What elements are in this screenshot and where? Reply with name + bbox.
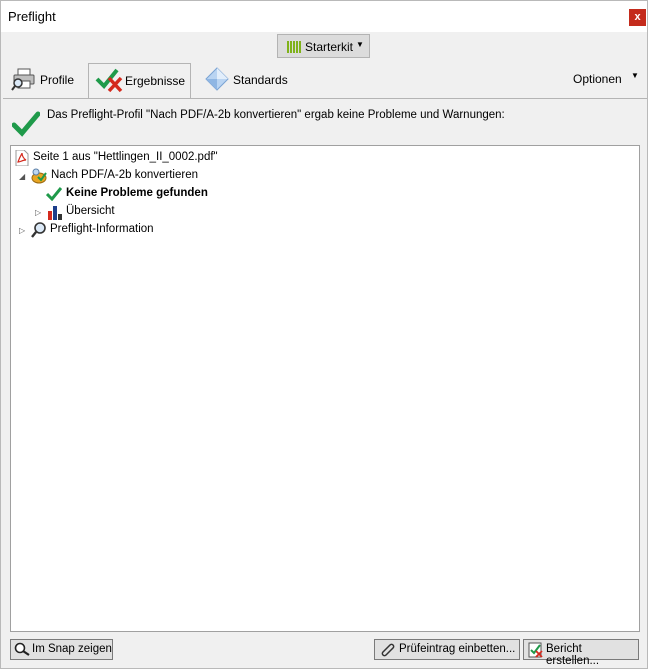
check-cross-icon xyxy=(95,68,123,93)
library-dropdown[interactable]: Starterkit ▼ xyxy=(277,34,370,58)
checkmark-icon xyxy=(12,111,40,137)
tab-profile-label: Profile xyxy=(40,73,75,87)
tree-root-label: Seite 1 aus "Hettlingen_II_0002.pdf" xyxy=(33,151,218,163)
tab-standards-label: Standards xyxy=(233,73,288,87)
create-report-button[interactable]: Bericht erstellen... xyxy=(523,639,639,667)
show-in-snap-label: Im Snap zeigen xyxy=(32,643,112,655)
chevron-down-icon: ▼ xyxy=(356,40,364,49)
options-menu[interactable]: Optionen xyxy=(573,72,622,86)
show-in-snap-button[interactable]: Im Snap zeigen xyxy=(10,639,113,660)
tree-overview-label: Übersicht xyxy=(66,205,115,217)
bar-chart-icon xyxy=(48,206,62,220)
results-panel: Das Preflight-Profil "Nach PDF/A-2b konv… xyxy=(3,98,647,667)
expand-triangle-icon[interactable]: ▷ xyxy=(35,208,41,217)
tree-no-problems-label: Keine Probleme gefunden xyxy=(66,187,208,199)
paperclip-icon xyxy=(381,643,395,657)
create-report-label: Bericht erstellen... xyxy=(546,643,600,667)
magnifier-icon xyxy=(14,642,30,656)
collapse-triangle-icon[interactable]: ◢ xyxy=(19,172,25,181)
preflight-window: Preflight x Starterkit ▼ Profile Ergebni… xyxy=(0,0,648,669)
tab-bar: Profile Ergebnisse Standards Optionen ▼ xyxy=(1,63,647,99)
tab-ergebnisse-label: Ergebnisse xyxy=(125,74,186,88)
close-button[interactable]: x xyxy=(629,9,646,26)
expand-triangle-icon[interactable]: ▷ xyxy=(19,226,25,235)
profile-icon xyxy=(31,168,47,184)
diamond-icon xyxy=(205,67,229,91)
chevron-down-icon[interactable]: ▼ xyxy=(631,71,639,80)
tree-profile-label: Nach PDF/A-2b konvertieren xyxy=(51,169,199,181)
library-icon xyxy=(287,41,301,53)
tab-standards[interactable]: Standards xyxy=(203,63,303,97)
library-label: Starterkit xyxy=(305,40,354,54)
summary-text: Das Preflight-Profil "Nach PDF/A-2b konv… xyxy=(47,109,505,121)
embed-audit-label: Prüfeintrag einbetten... xyxy=(399,643,516,655)
embed-audit-button[interactable]: Prüfeintrag einbetten... xyxy=(374,639,520,660)
tab-ergebnisse[interactable]: Ergebnisse xyxy=(88,63,191,99)
pdf-icon xyxy=(15,150,29,166)
checkmark-icon xyxy=(46,187,62,201)
magnifier-icon xyxy=(31,222,46,238)
report-icon xyxy=(528,642,543,658)
tree-preflight-info-label: Preflight-Information xyxy=(50,223,154,235)
results-tree: Seite 1 aus "Hettlingen_II_0002.pdf" ◢ N… xyxy=(10,145,640,632)
window-title: Preflight xyxy=(8,9,56,24)
tab-profile[interactable]: Profile xyxy=(9,63,87,97)
title-bar: Preflight x xyxy=(1,1,647,32)
printer-magnifier-icon xyxy=(11,68,35,91)
